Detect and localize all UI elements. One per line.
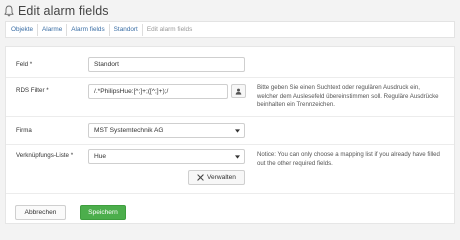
rds-filter-help-line-1: Bitte geben Sie einen Suchtext oder regu… xyxy=(257,84,420,91)
page-title: Edit alarm fields xyxy=(18,4,109,18)
feld-value: Standort xyxy=(94,61,119,68)
breadcrumb-item-alarme[interactable]: Alarme xyxy=(38,26,66,33)
verknuepfungs-liste-help: Notice: You can only choose a mapping li… xyxy=(257,151,440,168)
caret-down-icon xyxy=(235,155,240,159)
feld-input[interactable]: Standort xyxy=(88,57,245,72)
rds-filter-value: /.*PhilipsHue:[^;]+;([^;]+);/ xyxy=(94,88,169,95)
divider xyxy=(6,144,454,145)
firma-label: Firma xyxy=(16,127,32,134)
divider xyxy=(6,77,454,78)
bell-icon xyxy=(4,5,14,17)
rds-filter-help-line-3: beinhalten ein Trennzeichen. xyxy=(257,101,335,109)
page-header: Edit alarm fields xyxy=(4,3,109,19)
breadcrumb: Objekte Alarme Alarm fields Standort Edi… xyxy=(5,21,455,38)
breadcrumb-item-standort[interactable]: Standort xyxy=(110,26,142,33)
divider xyxy=(6,193,454,194)
form-panel: Feld * Standort RDS Filter * /.*PhilipsH… xyxy=(5,46,455,224)
breadcrumb-item-alarm-fields[interactable]: Alarm fields xyxy=(67,26,108,33)
verknuepfungs-liste-select[interactable]: Hue xyxy=(88,149,245,164)
wrench-icon xyxy=(197,174,204,181)
verwalten-button[interactable]: Verwalten xyxy=(188,170,245,185)
verknuepfungs-liste-help-line-2: out the other required fields. xyxy=(257,159,333,167)
rds-filter-label: RDS Filter * xyxy=(16,87,49,94)
caret-down-icon xyxy=(235,129,240,133)
verknuepfungs-liste-selected-value: Hue xyxy=(94,153,107,160)
rds-filter-help: Bitte geben Sie einen Suchtext oder regu… xyxy=(257,84,439,110)
save-button[interactable]: Speichern xyxy=(80,205,126,220)
divider xyxy=(6,116,454,117)
rds-filter-input[interactable]: /.*PhilipsHue:[^;]+;([^;]+);/ xyxy=(88,84,228,99)
cancel-button[interactable]: Abbrechen xyxy=(15,205,66,220)
rds-filter-help-line-2: welcher dem Auslesefeld übereinstimmen s… xyxy=(257,92,439,100)
breadcrumb-current: Edit alarm fields xyxy=(146,26,193,33)
verknuepfungs-liste-help-line-1: Notice: You can only choose a mapping li… xyxy=(257,151,440,158)
user-icon xyxy=(235,88,242,95)
feld-label: Feld * xyxy=(16,61,33,68)
rds-filter-picker-button[interactable] xyxy=(231,84,246,98)
breadcrumb-item-objekte[interactable]: Objekte xyxy=(7,26,37,33)
firma-select[interactable]: MST Systemtechnik AG xyxy=(88,123,245,138)
firma-selected-value: MST Systemtechnik AG xyxy=(94,127,164,134)
edit-alarm-fields-page: Edit alarm fields Objekte Alarme Alarm f… xyxy=(0,0,460,226)
verknuepfungs-liste-label: Verknüpfungs-Liste * xyxy=(16,152,74,159)
verwalten-label: Verwalten xyxy=(207,174,236,181)
